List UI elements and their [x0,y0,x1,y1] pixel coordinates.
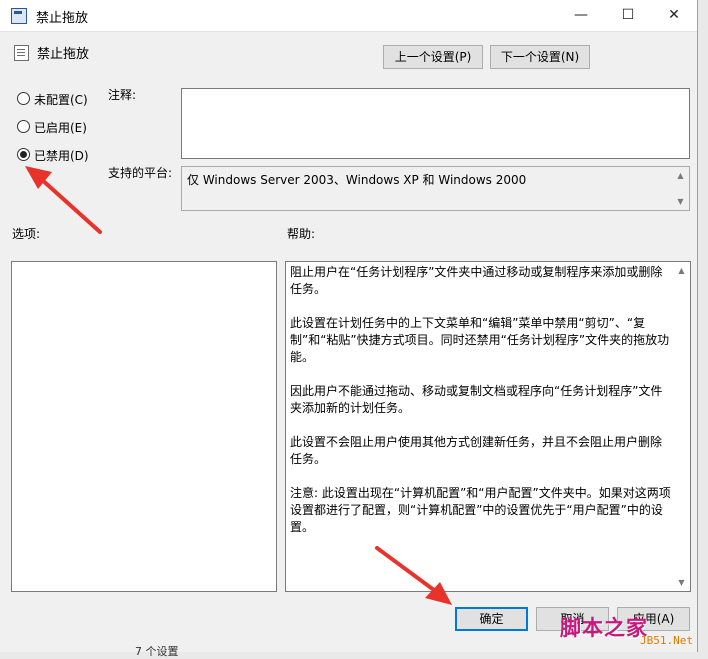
annotation-arrow-ok-button [375,546,452,605]
annotation-arrows [25,166,452,605]
site-watermark: 脚本之家 [560,616,648,640]
annotation-arrow-disabled-option [25,166,102,234]
site-watermark-sub: JB51.Net [640,634,693,647]
